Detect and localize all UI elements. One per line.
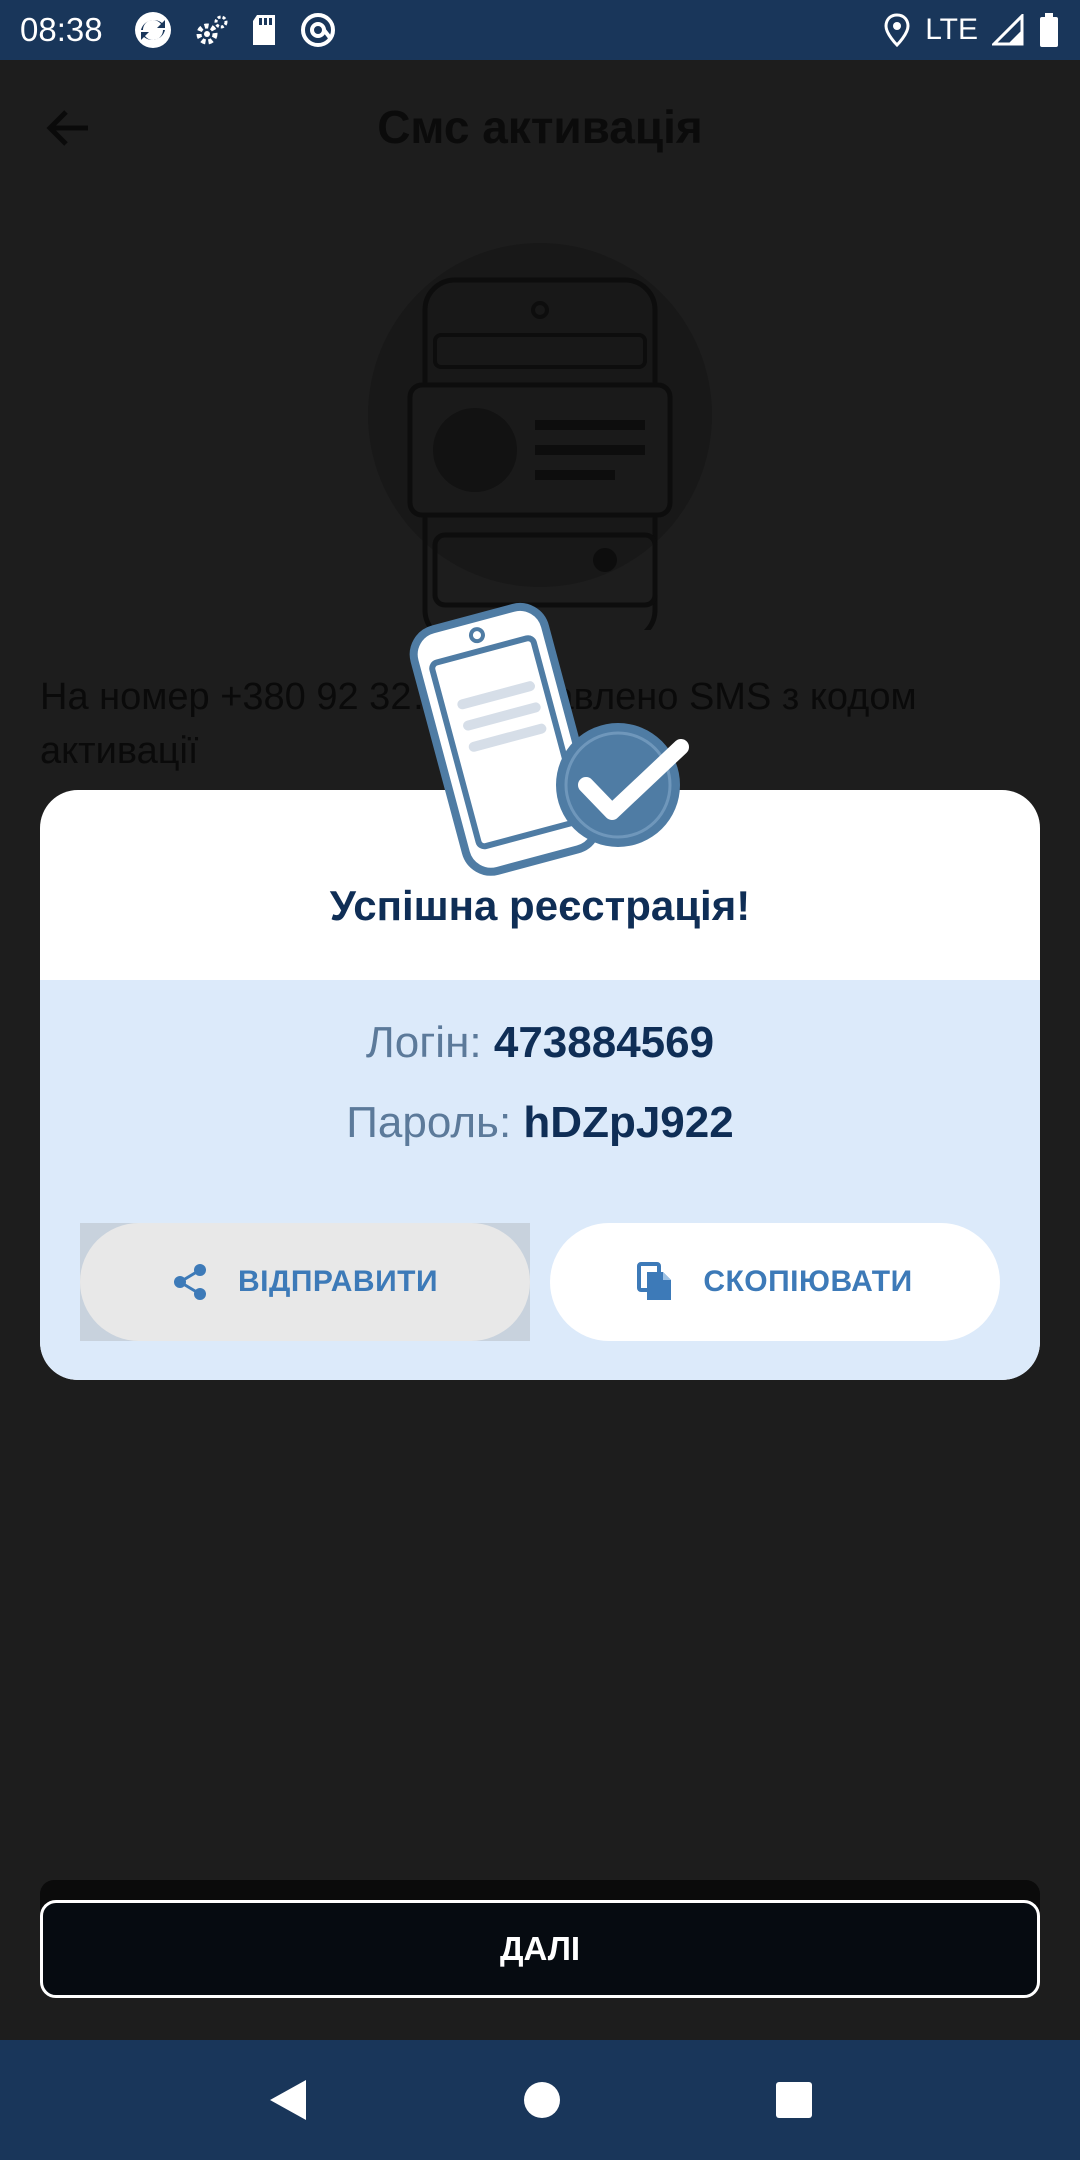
status-right: LTE [883, 12, 1060, 48]
battery-icon [1040, 13, 1058, 47]
status-notification-icons [133, 10, 337, 50]
nav-home-icon[interactable] [522, 2080, 562, 2120]
login-value: 473884569 [493, 1018, 715, 1067]
navigation-bar [0, 2040, 1080, 2160]
password-row: Пароль: hDZpJ922 [40, 1098, 1040, 1148]
settings-icon [196, 15, 228, 45]
nav-back-icon[interactable] [266, 2076, 310, 2124]
credentials-panel: Логін: 473884569 Пароль: hDZpJ922 ВІДПРА… [40, 980, 1040, 1380]
copy-button[interactable]: СКОПІЮВАТИ [550, 1223, 1000, 1341]
network-type: LTE [925, 13, 978, 46]
send-label: ВІДПРАВИТИ [237, 1265, 439, 1298]
sync-app-icon [134, 12, 171, 48]
page-title: Смс активація [377, 101, 703, 153]
login-label: Логін: [365, 1018, 482, 1067]
copy-label: СКОПІЮВАТИ [703, 1265, 913, 1298]
password-label: Пароль: [346, 1098, 512, 1147]
location-icon [884, 13, 910, 47]
next-button[interactable]: ДАЛІ [40, 1900, 1040, 1998]
status-time: 08:38 [20, 11, 103, 48]
at-sign-icon [300, 13, 335, 47]
screen: 08:38 LTE Смс активація На номер +380 92… [0, 0, 1080, 2160]
sd-card-icon [252, 15, 275, 45]
sms-illustration [368, 243, 712, 630]
status-bar: 08:38 LTE [0, 0, 1080, 60]
copy-icon [637, 1262, 672, 1300]
login-row: Логін: 473884569 [40, 1018, 1040, 1068]
signal-icon [992, 14, 1024, 46]
password-value: hDZpJ922 [523, 1098, 734, 1147]
send-button[interactable]: ВІДПРАВИТИ [80, 1223, 530, 1341]
nav-recents-icon[interactable] [774, 2080, 814, 2120]
share-icon [173, 1264, 206, 1300]
phone-check-icon [409, 602, 689, 876]
